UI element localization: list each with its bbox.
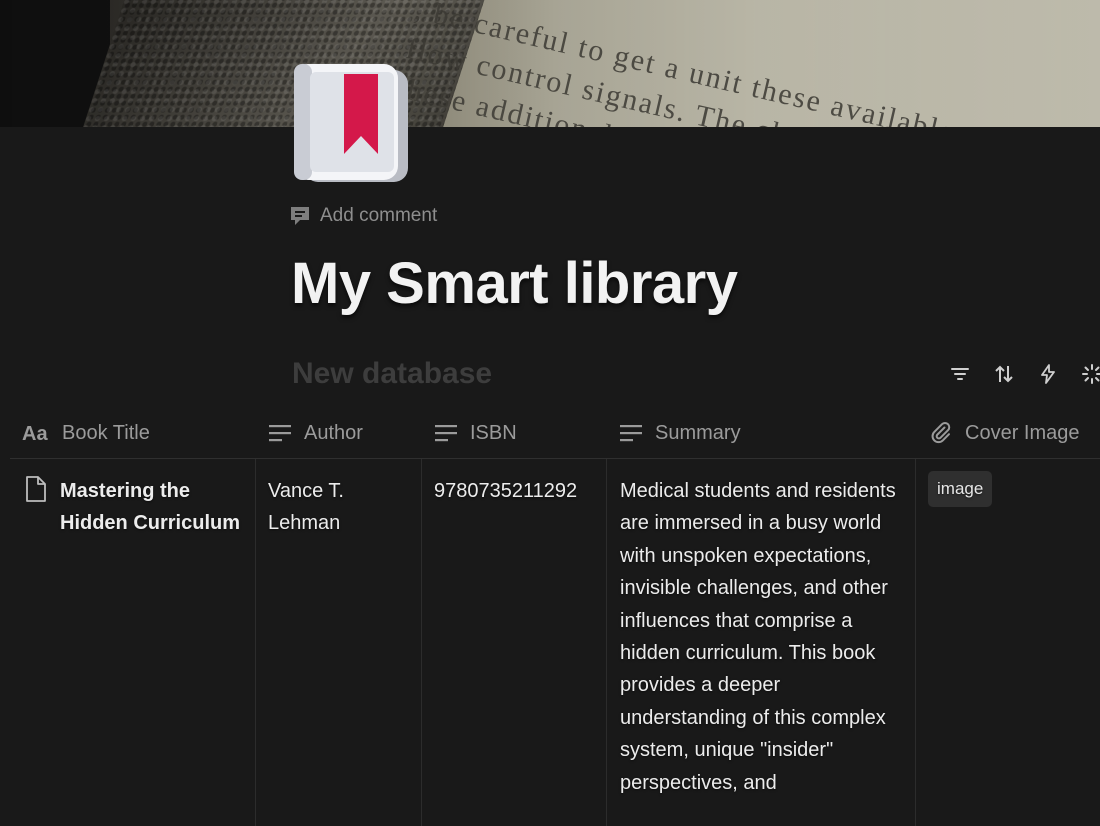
add-comment-label: Add comment <box>320 205 438 226</box>
sort-icon[interactable] <box>992 362 1016 386</box>
column-header-isbn[interactable]: ISBN <box>434 408 517 458</box>
text-lines-icon <box>434 422 458 444</box>
notion-page: , be careful to get a unit these availab… <box>0 0 1100 826</box>
table-row[interactable]: Mastering the Hidden Curriculum Vance T.… <box>10 459 1100 826</box>
author-cell[interactable]: Vance T. Lehman <box>268 459 414 826</box>
document-icon <box>24 475 48 508</box>
book-bookmark-icon[interactable] <box>292 62 410 184</box>
database-title[interactable]: New database <box>292 357 492 391</box>
column-label: Author <box>304 421 363 444</box>
database-table: Aa Book Title Author ISBN Summary Cover … <box>0 408 1100 826</box>
automation-bolt-icon[interactable] <box>1036 362 1060 386</box>
title-aa-icon: Aa <box>22 422 50 444</box>
table-body: Mastering the Hidden Curriculum Vance T.… <box>0 459 1100 826</box>
add-comment-button[interactable]: Add comment <box>288 203 437 229</box>
cover-image[interactable]: , be careful to get a unit these availab… <box>0 0 1100 127</box>
text-lines-icon <box>619 422 643 444</box>
column-label: ISBN <box>470 421 517 444</box>
column-label: Cover Image <box>965 421 1080 444</box>
column-header-cover-image[interactable]: Cover Image <box>929 408 1080 458</box>
table-header: Aa Book Title Author ISBN Summary Cover … <box>10 408 1100 459</box>
book-title-cell[interactable]: Mastering the Hidden Curriculum <box>60 459 248 826</box>
column-label: Summary <box>655 421 741 444</box>
paperclip-icon <box>929 421 953 445</box>
comment-icon <box>288 204 312 228</box>
svg-text:Aa: Aa <box>22 423 48 444</box>
database-toolbar <box>948 360 1100 388</box>
summary-cell[interactable]: Medical students and residents are immer… <box>620 459 908 826</box>
column-header-book-title[interactable]: Aa Book Title <box>22 408 150 458</box>
column-label: Book Title <box>62 421 150 444</box>
cover-image-cell[interactable]: image <box>928 459 1098 826</box>
filter-icon[interactable] <box>948 362 972 386</box>
ai-sparkle-icon[interactable] <box>1080 362 1100 386</box>
image-attachment-chip[interactable]: image <box>928 471 993 507</box>
isbn-cell[interactable]: 9780735211292 <box>434 459 604 826</box>
text-lines-icon <box>268 422 292 444</box>
column-header-author[interactable]: Author <box>268 408 363 458</box>
page-title[interactable]: My Smart library <box>291 250 738 317</box>
column-header-summary[interactable]: Summary <box>619 408 741 458</box>
